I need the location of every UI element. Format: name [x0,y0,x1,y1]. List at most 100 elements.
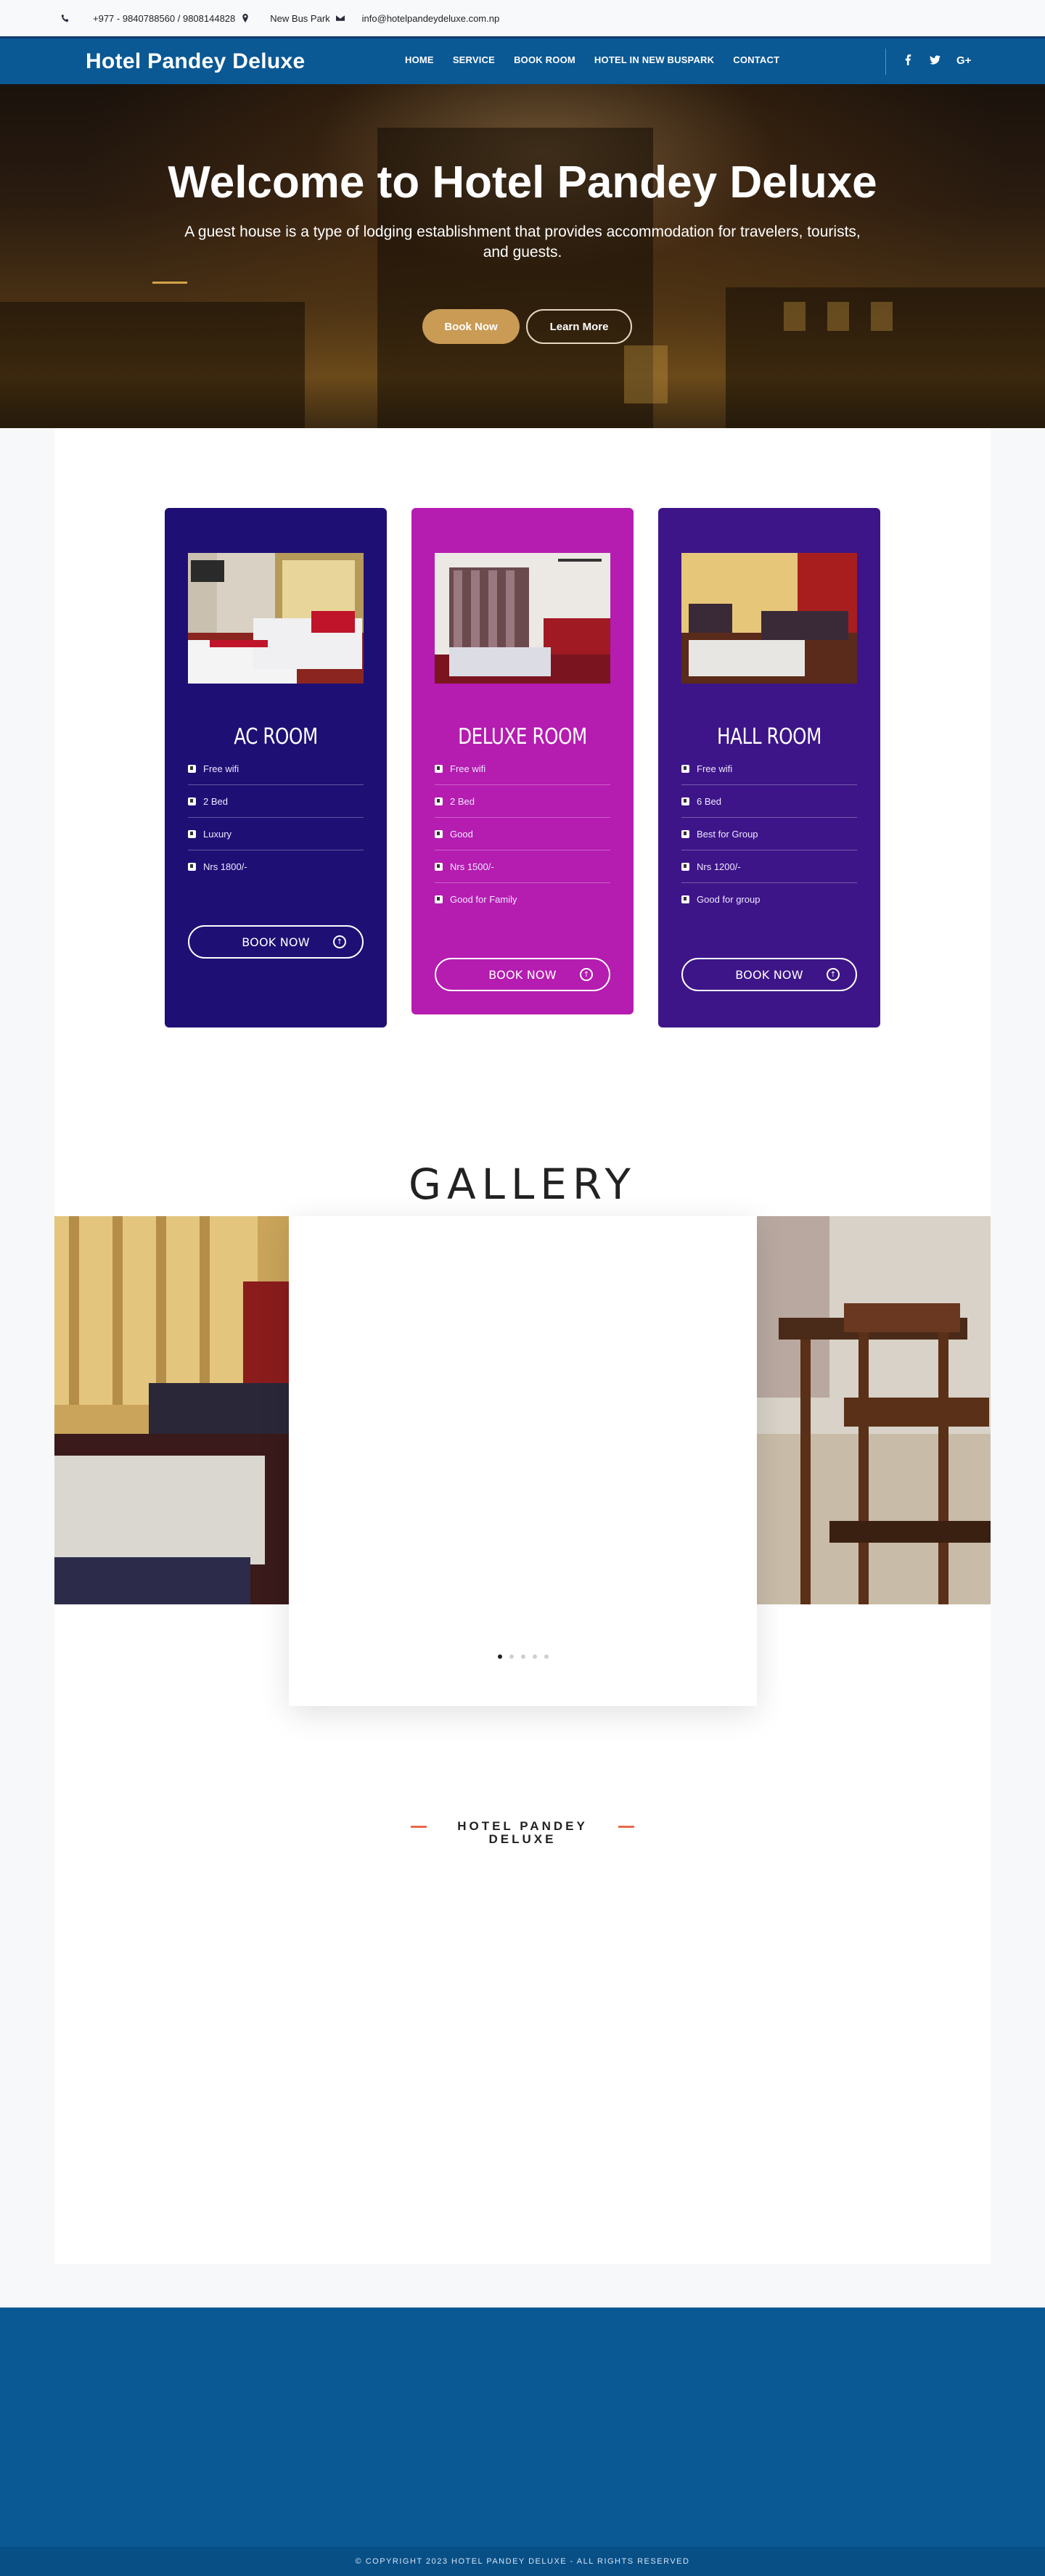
hero-window-shape [624,345,668,403]
hero-accent-dash [152,282,187,284]
feature-item: Nrs 1200/- [681,850,857,883]
gallery-slide-next[interactable] [757,1216,991,1604]
arrow-up-circle-icon: ↑ [827,968,840,981]
gallery-pagination [289,1654,757,1659]
copyright-text: © COPYRIGHT 2023 HOTEL PANDEY DELUXE - A… [355,2557,690,2566]
nav-item-contact[interactable]: CONTACT [733,54,779,65]
hero-learn-more-button[interactable]: Learn More [526,309,632,344]
section-heading-line2: DELUXE [488,1832,557,1846]
email-address[interactable]: info@hotelpandeydeluxe.com.np [362,13,500,24]
check-icon [435,829,443,838]
feature-item: Best for Group [681,818,857,850]
feature-item: 2 Bed [435,785,610,818]
check-icon [681,829,689,838]
phone-icon [61,14,69,22]
hero-window-shape [784,302,806,331]
room-photo-ac [188,553,364,684]
main-navbar: Hotel Pandey Deluxe HOME SERVICE BOOK RO… [0,36,1045,84]
pagination-dot[interactable] [532,1654,537,1659]
section-heading: HOTEL PANDEY DELUXE [0,1820,1045,1846]
hero-window-shape [827,302,849,331]
hero-building-shape [0,302,305,428]
book-now-label: BOOK NOW [242,935,310,949]
room-features-hall: Free wifi 6 Bed Best for Group Nrs 1200/… [681,752,857,916]
check-icon [681,862,689,871]
feature-item: Luxury [188,818,364,850]
section-heading-line1: HOTEL PANDEY [457,1819,588,1833]
map-marker-icon [242,14,249,22]
check-icon [188,797,196,805]
check-icon [435,895,443,903]
email-item: info@hotelpandeydeluxe.com.np [335,13,500,24]
facebook-icon[interactable] [903,54,914,65]
location-text: New Bus Park [270,12,330,24]
pagination-dot[interactable] [509,1654,514,1659]
nav-item-service[interactable]: SERVICE [453,54,495,65]
room-features-deluxe: Free wifi 2 Bed Good Nrs 1500/- Good for… [435,752,610,916]
location-item: New Bus Park [241,12,330,24]
feature-item: 6 Bed [681,785,857,818]
heading-line-right [618,1826,634,1828]
check-icon [188,863,196,871]
room-title-hall: HALL ROOM [717,724,821,750]
feature-item: Good [435,818,610,850]
gallery-slide-active[interactable] [289,1216,757,1706]
room-photo-hall [681,553,857,684]
nav-item-home[interactable]: HOME [405,54,434,65]
book-now-label: BOOK NOW [488,967,557,982]
feature-item: Good for group [681,883,857,916]
hero-subtitle: A guest house is a type of lodging estab… [184,223,861,261]
google-plus-icon[interactable]: G+ [956,54,971,67]
feature-item: Free wifi [681,752,857,785]
feature-item: Free wifi [435,752,610,785]
pagination-dot[interactable] [544,1654,549,1659]
gallery-slide-prev[interactable] [54,1216,289,1604]
room-title-deluxe: DELUXE ROOM [458,724,587,750]
footer [0,2308,1045,2547]
book-now-button-hall[interactable]: BOOK NOW ↑ [681,958,857,991]
room-card-deluxe: DELUXE ROOM Free wifi 2 Bed Good Nrs 150… [411,508,634,1014]
room-features-ac: Free wifi 2 Bed Luxury Nrs 1800/- [188,752,364,883]
arrow-up-circle-icon: ↑ [580,968,593,981]
check-icon [435,797,443,805]
envelope-icon [335,15,345,21]
arrow-up-circle-icon: ↑ [333,935,346,948]
hero-banner: Welcome to Hotel Pandey Deluxe A guest h… [0,84,1045,428]
feature-item: Nrs 1500/- [435,850,610,883]
room-photo-deluxe [435,553,610,684]
book-now-button-deluxe[interactable]: BOOK NOW ↑ [435,958,610,991]
phone-item: +977 - 9840788560 / 9808144828 [61,13,235,24]
room-title-ac: AC ROOM [234,724,318,750]
nav-divider [885,49,886,75]
hero-title: Welcome to Hotel Pandey Deluxe [168,157,877,208]
twitter-icon[interactable] [930,54,940,65]
hero-book-now-button[interactable]: Book Now [422,309,520,344]
nav-item-book-room[interactable]: BOOK ROOM [514,54,575,65]
hero-window-shape [871,302,893,331]
check-icon [435,862,443,871]
check-icon [681,764,689,773]
top-contact-bar: +977 - 9840788560 / 9808144828 New Bus P… [0,0,1045,36]
feature-item: 2 Bed [188,785,364,818]
book-now-label: BOOK NOW [735,967,803,982]
check-icon [681,895,689,903]
feature-item: Free wifi [188,752,364,785]
room-card-hall: HALL ROOM Free wifi 6 Bed Best for Group… [658,508,880,1027]
social-links: G+ [903,54,971,67]
book-now-button-ac[interactable]: BOOK NOW ↑ [188,925,364,959]
feature-item: Nrs 1800/- [188,850,364,883]
feature-item: Good for Family [435,883,610,916]
gallery-title: GALLERY [409,1160,636,1209]
nav-item-hotel-in-new-buspark[interactable]: HOTEL IN NEW BUSPARK [594,54,714,65]
room-card-ac: AC ROOM Free wifi 2 Bed Luxury Nrs 1800/… [165,508,387,1027]
pagination-dot[interactable] [520,1654,525,1659]
check-icon [681,797,689,805]
gallery-photo-dining [757,1216,991,1604]
nav-menu: HOME SERVICE BOOK ROOM HOTEL IN NEW BUSP… [405,54,779,65]
pagination-dot-active[interactable] [497,1654,502,1659]
gallery-photo-bedroom [54,1216,289,1604]
site-brand[interactable]: Hotel Pandey Deluxe [86,49,305,74]
phone-number[interactable]: +977 - 9840788560 / 9808144828 [93,13,235,24]
check-icon [188,829,196,838]
check-icon [435,764,443,773]
